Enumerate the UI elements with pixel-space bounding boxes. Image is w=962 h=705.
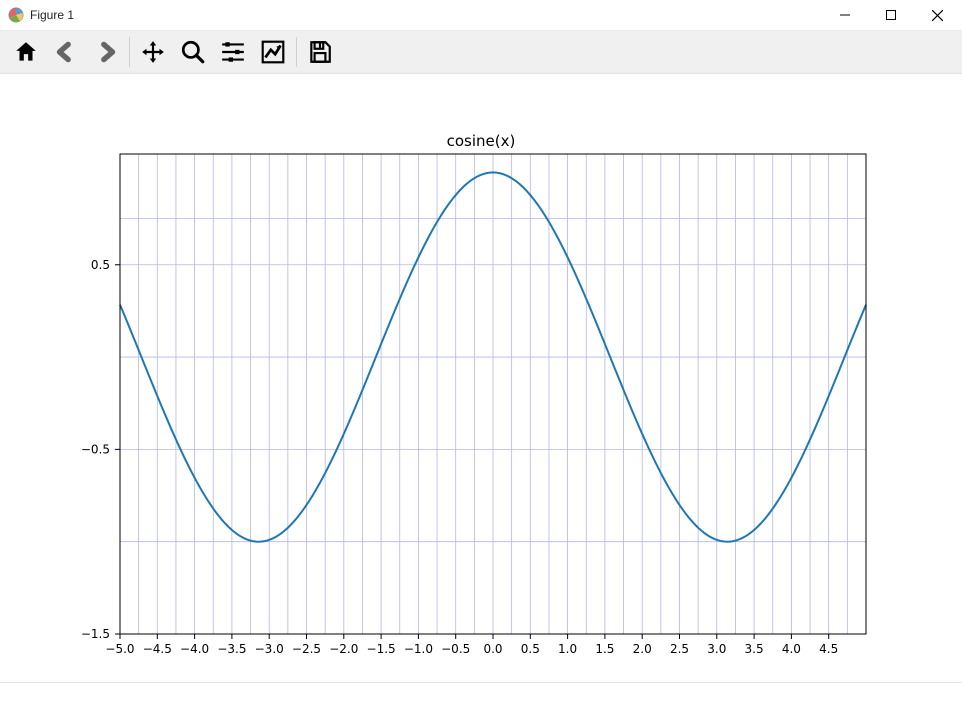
- x-tick-label: 0.0: [483, 642, 502, 656]
- x-tick-label: −4.0: [180, 642, 209, 656]
- matplotlib-icon: [8, 7, 24, 23]
- window-title: Figure 1: [30, 8, 74, 22]
- pan-button[interactable]: [133, 32, 173, 72]
- x-tick-label: 2.5: [670, 642, 689, 656]
- zoom-button[interactable]: [173, 32, 213, 72]
- x-tick-label: 4.0: [782, 642, 801, 656]
- x-tick-label: −3.5: [217, 642, 246, 656]
- edit-axes-button[interactable]: [253, 32, 293, 72]
- toolbar-separator: [296, 37, 297, 67]
- window-titlebar: Figure 1: [0, 0, 962, 30]
- x-tick-label: 4.5: [819, 642, 838, 656]
- toolbar-separator: [129, 37, 130, 67]
- x-tick-label: −2.0: [329, 642, 358, 656]
- statusbar: [0, 682, 962, 705]
- axes: −5.0 −4.5 −4.0 −3.5 −3.0 −2.5 −2.0 −1.5 −1.0 −0.5…: [0, 74, 962, 682]
- y-tick-label: −1.5: [81, 627, 110, 641]
- window-close-button[interactable]: [914, 0, 960, 30]
- window-maximize-button[interactable]: [868, 0, 914, 30]
- x-tick-label: −0.5: [441, 642, 470, 656]
- x-tick-label: 1.5: [595, 642, 614, 656]
- x-tick-label: −2.5: [292, 642, 321, 656]
- x-tick-label: 3.5: [745, 642, 764, 656]
- window-minimize-button[interactable]: [822, 0, 868, 30]
- matplotlib-toolbar: [0, 30, 962, 74]
- save-button[interactable]: [300, 32, 340, 72]
- configure-subplots-button[interactable]: [213, 32, 253, 72]
- x-tick-label: −1.5: [367, 642, 396, 656]
- x-tick-label: 2.0: [633, 642, 652, 656]
- x-tick-label: 0.5: [521, 642, 540, 656]
- x-tick-label: −4.5: [143, 642, 172, 656]
- y-tick-label: 0.5: [91, 258, 110, 272]
- x-tick-label: −3.0: [255, 642, 284, 656]
- y-tick-label: −0.5: [81, 442, 110, 456]
- x-tick-label: −1.0: [404, 642, 433, 656]
- home-button[interactable]: [6, 32, 46, 72]
- forward-button[interactable]: [86, 32, 126, 72]
- back-button[interactable]: [46, 32, 86, 72]
- x-tick-label: −5.0: [105, 642, 134, 656]
- x-tick-label: 3.0: [707, 642, 726, 656]
- x-tick-label: 1.0: [558, 642, 577, 656]
- figure-canvas[interactable]: cosine(x) −5.0−4.5−4.0−3.5−3.0−2.5−2.0−1…: [0, 74, 962, 682]
